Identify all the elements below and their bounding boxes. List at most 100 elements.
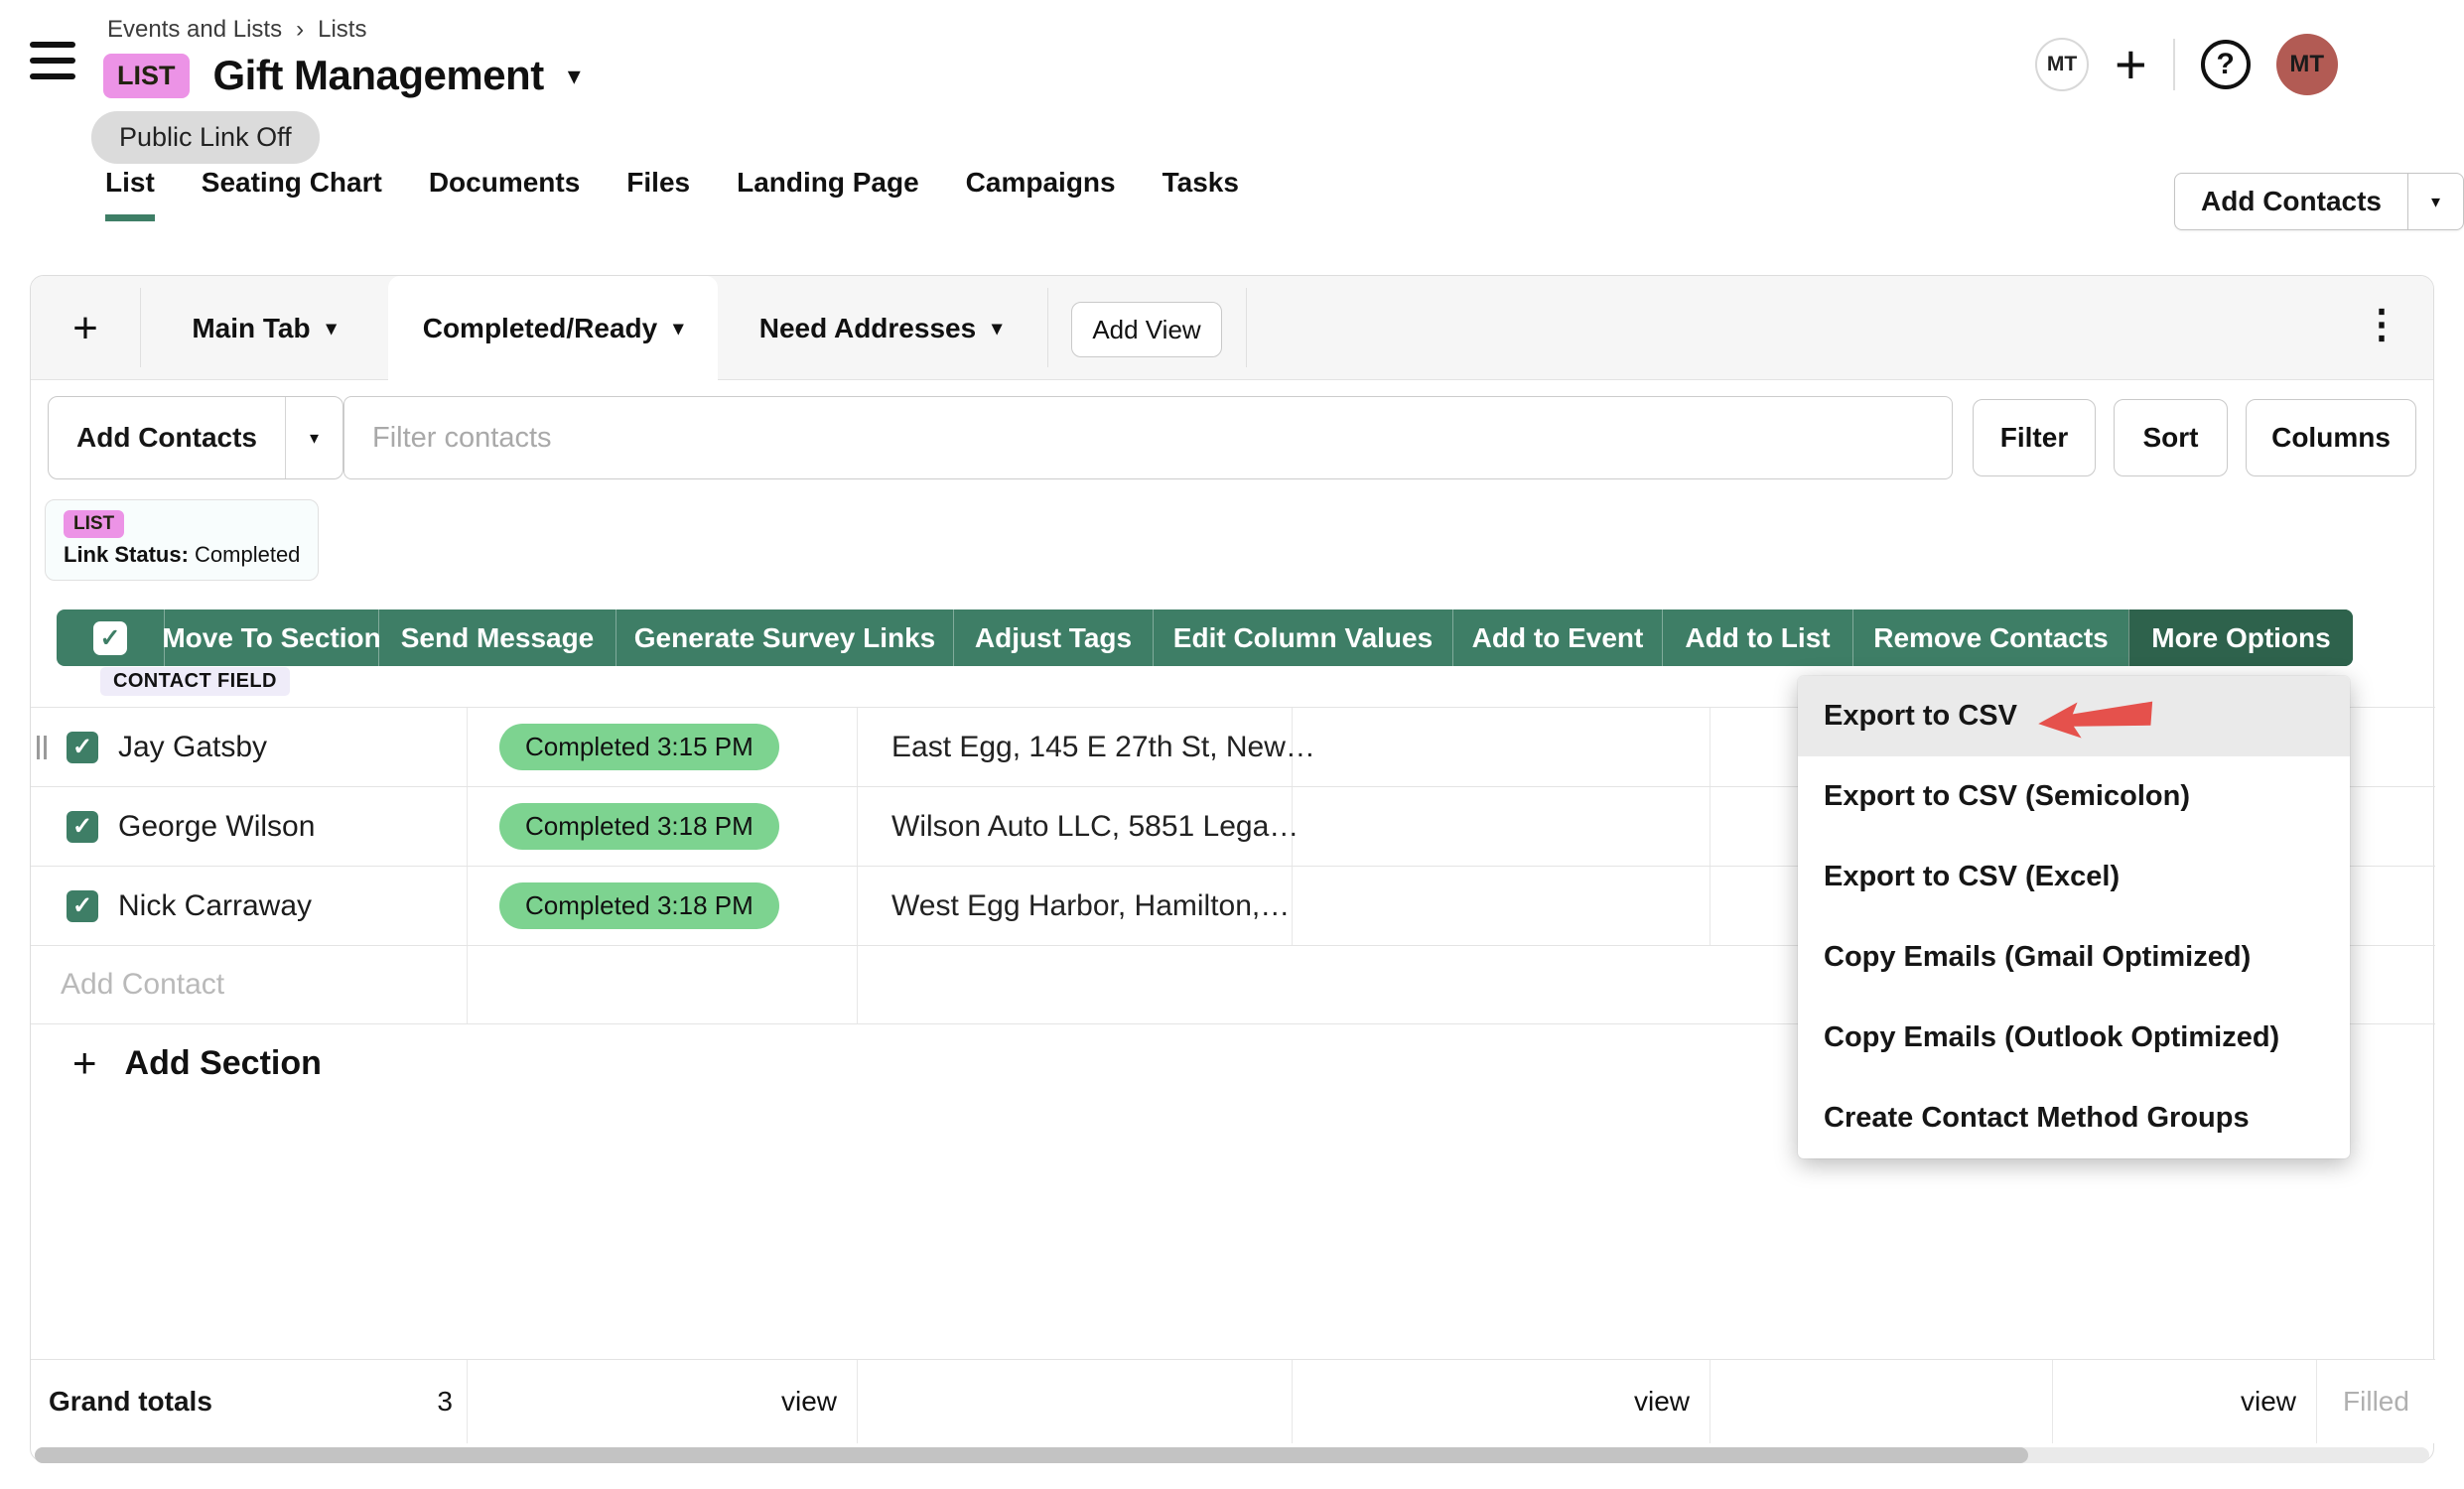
view-link[interactable]: view bbox=[2241, 1386, 2296, 1418]
menu-item-export-csv[interactable]: Export to CSV bbox=[1798, 676, 2350, 756]
nav-tab-seating-chart[interactable]: Seating Chart bbox=[202, 167, 382, 221]
send-message-button[interactable]: Send Message bbox=[378, 609, 616, 666]
menu-item-export-csv-excel[interactable]: Export to CSV (Excel) bbox=[1798, 837, 2350, 917]
row-checkbox[interactable]: ✓ bbox=[67, 811, 98, 843]
empty-cell[interactable] bbox=[1293, 787, 1711, 866]
contact-name[interactable]: Nick Carraway bbox=[118, 889, 312, 923]
hamburger-menu-icon[interactable] bbox=[30, 42, 75, 79]
empty-cell[interactable] bbox=[468, 946, 858, 1023]
grand-totals-cell: Grand totals 3 bbox=[31, 1360, 468, 1443]
status-badge: Completed 3:18 PM bbox=[499, 882, 779, 929]
menu-item-copy-emails-outlook[interactable]: Copy Emails (Outlook Optimized) bbox=[1798, 998, 2350, 1078]
empty-cell[interactable] bbox=[1293, 708, 1711, 786]
chevron-right-icon: › bbox=[296, 16, 304, 44]
kebab-menu-icon[interactable]: ⋮ bbox=[2362, 302, 2401, 347]
nav-tab-list[interactable]: List bbox=[105, 167, 155, 221]
empty-cell[interactable] bbox=[858, 946, 1293, 1023]
main-nav: List Seating Chart Documents Files Landi… bbox=[105, 167, 1239, 221]
empty-cell[interactable] bbox=[1293, 946, 1711, 1023]
strip-divider bbox=[1047, 288, 1048, 367]
filter-contacts-input[interactable] bbox=[343, 396, 1953, 479]
add-contact-cell[interactable]: Add Contact bbox=[31, 946, 468, 1023]
public-link-status-pill[interactable]: Public Link Off bbox=[91, 111, 320, 164]
nav-tab-files[interactable]: Files bbox=[626, 167, 690, 221]
nav-tab-documents[interactable]: Documents bbox=[429, 167, 580, 221]
remove-contacts-button[interactable]: Remove Contacts bbox=[1852, 609, 2128, 666]
breadcrumb: Events and Lists › Lists bbox=[107, 16, 366, 44]
grand-totals-label: Grand totals bbox=[31, 1386, 437, 1418]
user-avatar[interactable]: MT bbox=[2276, 34, 2338, 95]
page: Events and Lists › Lists LIST Gift Manag… bbox=[0, 0, 2464, 1489]
select-all-cell: ✓ bbox=[57, 609, 164, 666]
nav-tab-tasks[interactable]: Tasks bbox=[1163, 167, 1239, 221]
contact-name[interactable]: George Wilson bbox=[118, 810, 315, 844]
add-contacts-caret[interactable]: ▾ bbox=[2407, 174, 2463, 229]
check-icon: ✓ bbox=[100, 623, 121, 653]
add-tab-button[interactable]: + bbox=[31, 276, 140, 380]
chevron-down-icon[interactable]: ▾ bbox=[327, 319, 337, 338]
grand-totals-count: 3 bbox=[437, 1386, 467, 1418]
chevron-down-icon[interactable]: ▾ bbox=[992, 319, 1002, 338]
status-cell: Completed 3:18 PM bbox=[468, 867, 858, 945]
view-tab-main-tab[interactable]: Main Tab ▾ bbox=[140, 276, 388, 380]
address-cell[interactable]: East Egg, 145 E 27th St, New… bbox=[858, 708, 1293, 786]
chevron-down-icon: ▾ bbox=[2431, 193, 2440, 210]
more-options-button[interactable]: More Options bbox=[2128, 609, 2353, 666]
title-caret-down-icon[interactable]: ▾ bbox=[568, 63, 581, 88]
columns-button[interactable]: Columns bbox=[2246, 399, 2416, 476]
check-icon: ✓ bbox=[72, 891, 92, 920]
add-contacts-caret[interactable]: ▾ bbox=[285, 397, 342, 478]
view-tab-need-addresses[interactable]: Need Addresses ▾ bbox=[718, 276, 1043, 380]
menu-item-copy-emails-gmail[interactable]: Copy Emails (Gmail Optimized) bbox=[1798, 917, 2350, 998]
select-all-checkbox[interactable]: ✓ bbox=[93, 621, 127, 655]
add-contacts-split-button[interactable]: Add Contacts ▾ bbox=[48, 396, 343, 479]
totals-empty-cell bbox=[858, 1360, 1293, 1443]
generate-survey-links-button[interactable]: Generate Survey Links bbox=[616, 609, 953, 666]
breadcrumb-current[interactable]: Lists bbox=[318, 16, 366, 44]
sort-button[interactable]: Sort bbox=[2114, 399, 2228, 476]
org-avatar[interactable]: MT bbox=[2035, 38, 2089, 91]
row-checkbox[interactable]: ✓ bbox=[67, 732, 98, 763]
address-text: East Egg, 145 E 27th St, New… bbox=[858, 731, 1315, 764]
list-type-badge: LIST bbox=[103, 54, 190, 98]
create-new-plus-icon[interactable]: + bbox=[2115, 37, 2147, 92]
filter-button[interactable]: Filter bbox=[1973, 399, 2096, 476]
move-to-section-button[interactable]: Move To Section bbox=[164, 609, 378, 666]
header-icons: MT + ? MT bbox=[2035, 0, 2338, 129]
add-section-button[interactable]: + Add Section bbox=[31, 1042, 322, 1084]
menu-item-export-csv-semicolon[interactable]: Export to CSV (Semicolon) bbox=[1798, 756, 2350, 837]
add-to-list-button[interactable]: Add to List bbox=[1662, 609, 1852, 666]
menu-item-create-contact-method-groups[interactable]: Create Contact Method Groups bbox=[1798, 1078, 2350, 1158]
totals-filled-cell: Filled bbox=[2317, 1360, 2435, 1443]
edit-column-values-button[interactable]: Edit Column Values bbox=[1153, 609, 1452, 666]
chevron-down-icon[interactable]: ▾ bbox=[673, 319, 683, 338]
check-icon: ✓ bbox=[72, 812, 92, 841]
nav-tab-landing-page[interactable]: Landing Page bbox=[737, 167, 919, 221]
adjust-tags-button[interactable]: Adjust Tags bbox=[953, 609, 1153, 666]
view-tab-label: Need Addresses bbox=[759, 313, 976, 344]
add-contact-placeholder[interactable]: Add Contact bbox=[31, 968, 224, 1002]
add-contacts-label[interactable]: Add Contacts bbox=[2175, 174, 2407, 229]
address-cell[interactable]: Wilson Auto LLC, 5851 Lega… bbox=[858, 787, 1293, 866]
contact-name[interactable]: Jay Gatsby bbox=[118, 731, 267, 764]
add-contacts-label[interactable]: Add Contacts bbox=[49, 397, 285, 478]
add-contacts-button-top[interactable]: Add Contacts ▾ bbox=[2174, 173, 2464, 230]
totals-empty-cell bbox=[1711, 1360, 2053, 1443]
view-link[interactable]: view bbox=[1634, 1386, 1690, 1418]
add-to-event-button[interactable]: Add to Event bbox=[1452, 609, 1662, 666]
row-checkbox[interactable]: ✓ bbox=[67, 890, 98, 922]
drag-handle-icon[interactable] bbox=[37, 736, 51, 759]
header-divider bbox=[2173, 39, 2175, 90]
bulk-action-bar: ✓ Move To Section Send Message Generate … bbox=[57, 609, 2353, 666]
add-view-button[interactable]: Add View bbox=[1071, 302, 1222, 357]
view-tab-completed-ready[interactable]: Completed/Ready ▾ bbox=[388, 276, 718, 381]
breadcrumb-parent[interactable]: Events and Lists bbox=[107, 16, 282, 44]
list-badge: LIST bbox=[64, 510, 124, 538]
scrollbar-thumb[interactable] bbox=[35, 1447, 2028, 1463]
nav-tab-campaigns[interactable]: Campaigns bbox=[966, 167, 1116, 221]
address-cell[interactable]: West Egg Harbor, Hamilton,… bbox=[858, 867, 1293, 945]
help-icon[interactable]: ? bbox=[2201, 40, 2251, 89]
view-link[interactable]: view bbox=[781, 1386, 837, 1418]
empty-cell[interactable] bbox=[1293, 867, 1711, 945]
link-status-chip[interactable]: LIST Link Status: Completed bbox=[45, 499, 319, 581]
